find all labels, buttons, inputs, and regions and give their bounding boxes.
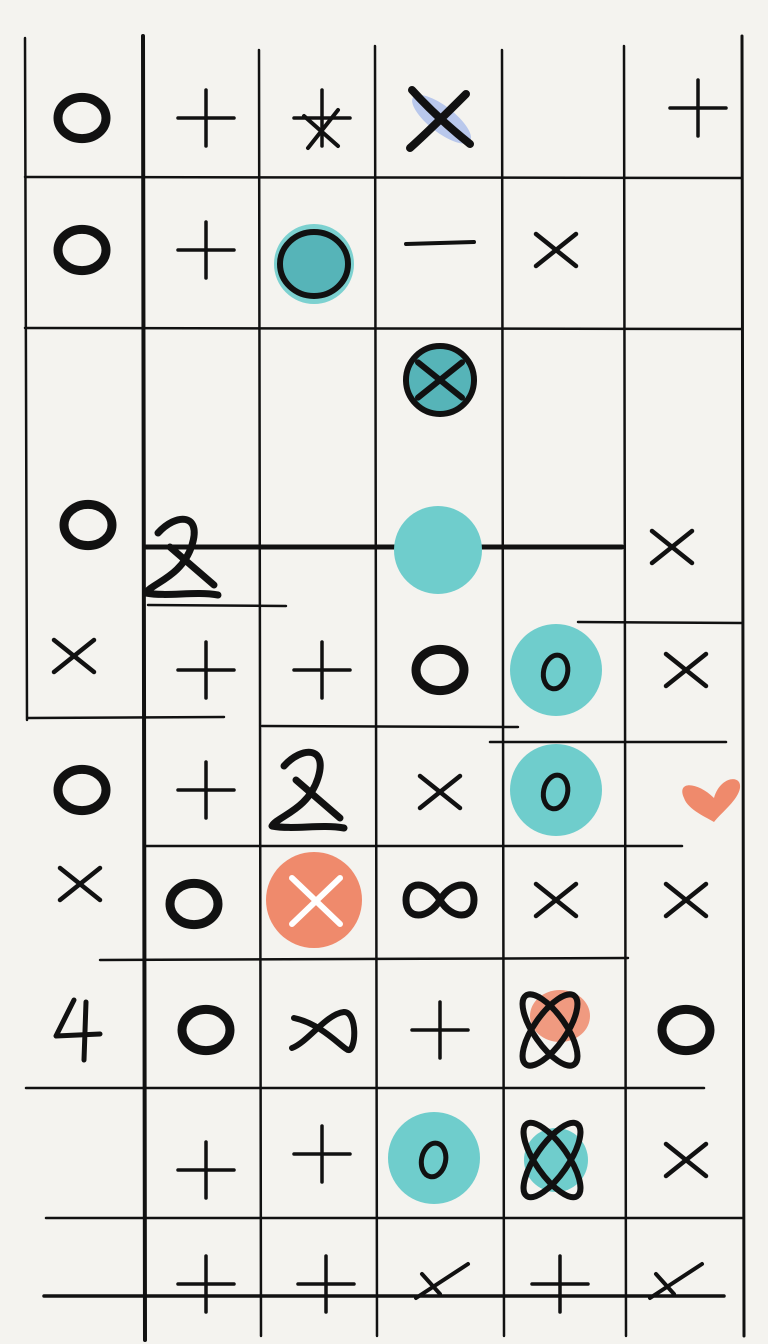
o-stroke	[277, 229, 351, 299]
teal-circle	[510, 624, 602, 716]
x-in-coral-circle-mark	[266, 852, 362, 948]
grid-line-horizontal	[23, 326, 744, 331]
dash-mark	[404, 240, 476, 246]
teal-dot-mark	[394, 506, 482, 594]
dash-stroke	[404, 240, 476, 246]
grid-line-horizontal	[23, 175, 744, 180]
o-filled-teal-mark	[274, 224, 354, 304]
tic-tac-toe-board: 4	[0, 0, 768, 1344]
grid-line-horizontal	[576, 620, 744, 625]
paper-background	[0, 0, 768, 1344]
grid-line-horizontal	[146, 603, 288, 608]
teal-circle	[388, 1112, 480, 1204]
o-in-teal-circle-mark	[510, 624, 602, 716]
x-loop-teal-mark	[520, 1119, 588, 1201]
grid-line-horizontal	[260, 724, 520, 729]
teal-dot	[394, 506, 482, 594]
grid-line-horizontal	[26, 715, 226, 720]
o-in-teal-circle-mark	[388, 1112, 480, 1204]
teal-circle	[510, 744, 602, 836]
x-in-teal-circle-mark	[403, 343, 477, 417]
grid-line-vertical	[740, 34, 746, 1338]
four-stroke	[81, 999, 89, 1063]
o-in-teal-circle-mark	[510, 744, 602, 836]
grid-line-vertical	[141, 34, 147, 1342]
